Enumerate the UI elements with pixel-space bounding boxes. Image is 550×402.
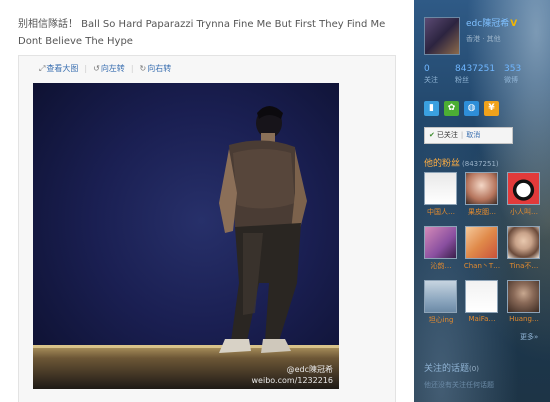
view-large-button[interactable]: ⤢查看大图	[39, 63, 78, 74]
fan-avatar[interactable]	[424, 280, 457, 313]
topics-empty-text: 他还没有关注任何话题	[424, 381, 494, 389]
profile-name-link[interactable]: edc陳冠希V	[466, 16, 517, 29]
fan-avatar[interactable]	[507, 226, 540, 259]
fan-item[interactable]: 中国人…	[424, 172, 457, 217]
fans-header[interactable]: 他的粉丝 (8437251)	[424, 156, 499, 169]
post-photo[interactable]: @edc陳冠希 weibo.com/1232216	[33, 83, 339, 389]
fan-avatar[interactable]	[465, 172, 498, 205]
fan-avatar[interactable]	[465, 280, 498, 313]
topics-title: 关注的话题	[424, 364, 470, 374]
stat-label: 微博	[504, 76, 518, 84]
main-column: 别相信隊話！ Ball So Hard Paparazzi Trynna Fin…	[0, 0, 414, 402]
profile-name: edc陳冠希	[466, 19, 510, 29]
fan-item[interactable]: 果皮胭…	[465, 172, 498, 217]
profile-location: 香港 · 其他	[466, 35, 501, 43]
fan-item[interactable]: Chan丶T…	[464, 226, 500, 271]
fan-name[interactable]: Chan丶T…	[462, 261, 502, 271]
follow-divider: |	[460, 131, 464, 139]
rotate-left-icon: ↺	[93, 64, 100, 73]
fan-avatar[interactable]	[507, 280, 540, 313]
watermark-url: weibo.com/1232216	[251, 376, 333, 385]
app-icons: ▮ ✿ ◍ ¥	[424, 95, 504, 116]
fan-avatar[interactable]	[424, 226, 457, 259]
qq-icon[interactable]: ◍	[464, 101, 479, 116]
fan-item[interactable]: 小人叫…	[507, 172, 540, 217]
rotate-left-label: 向左转	[100, 64, 125, 73]
post-text: 别相信隊話！ Ball So Hard Paparazzi Trynna Fin…	[18, 19, 386, 47]
profile-stats: 0 关注 8437251 粉丝 353 微博	[424, 64, 548, 86]
topics-header[interactable]: 关注的话题(0)	[424, 361, 479, 374]
fan-name[interactable]: Huang…	[504, 315, 544, 323]
toolbar-divider: |	[84, 64, 88, 73]
topics-count: (0)	[469, 365, 479, 373]
fan-name[interactable]: 沁韵…	[421, 261, 461, 271]
mobile-icon[interactable]: ▮	[424, 101, 439, 116]
fan-item[interactable]: 沁韵…	[424, 226, 457, 271]
photo-figure	[219, 106, 307, 353]
fan-avatar[interactable]	[507, 172, 540, 205]
fan-name[interactable]: 坦心ing	[421, 315, 461, 325]
view-large-label: 查看大图	[46, 64, 79, 73]
rotate-right-icon: ↻	[139, 64, 147, 73]
stat-followers[interactable]: 8437251 粉丝	[455, 64, 495, 85]
follow-status-button: ✔ 已关注 | 取消	[424, 127, 513, 144]
watermark-handle: @edc陳冠希	[286, 365, 333, 374]
fan-avatar[interactable]	[465, 226, 498, 259]
fan-name[interactable]: 中国人…	[421, 207, 461, 217]
zoom-icon: ⤢	[39, 64, 46, 73]
stat-value: 353	[504, 64, 522, 74]
stat-label: 关注	[424, 76, 438, 84]
verified-icon: V	[510, 19, 518, 29]
media-toolbar: ⤢查看大图 | ↺向左转 | ↻向右转	[39, 63, 177, 77]
more-fans-link[interactable]: 更多»	[520, 332, 538, 342]
stat-label: 粉丝	[455, 76, 469, 84]
photo-watermark: @edc陳冠希 weibo.com/1232216	[252, 364, 333, 386]
fans-count: (8437251)	[462, 160, 499, 168]
rotate-right-button[interactable]: ↻向右转	[140, 63, 172, 74]
fan-name[interactable]: 小人叫…	[504, 207, 544, 217]
fan-avatar[interactable]	[424, 172, 457, 205]
stat-following[interactable]: 0 关注	[424, 64, 438, 85]
fan-name[interactable]: MaiFa…	[462, 315, 502, 323]
stat-value: 0	[424, 64, 430, 74]
fan-item[interactable]: Huang…	[507, 280, 540, 323]
money-icon[interactable]: ¥	[484, 101, 499, 116]
game-icon[interactable]: ✿	[444, 101, 459, 116]
fan-item[interactable]: MaiFa…	[465, 280, 498, 323]
fans-title: 他的粉丝	[424, 159, 461, 169]
avatar[interactable]	[424, 17, 460, 55]
follow-status-label: 已关注	[436, 131, 458, 139]
toolbar-divider: |	[130, 64, 134, 73]
fan-item[interactable]: 坦心ing	[424, 280, 457, 325]
unfollow-link[interactable]: 取消	[466, 131, 480, 139]
rotate-left-button[interactable]: ↺向左转	[93, 63, 125, 74]
rotate-right-label: 向右转	[147, 64, 172, 73]
fan-name[interactable]: 果皮胭…	[462, 207, 502, 217]
media-card: ⤢查看大图 | ↺向左转 | ↻向右转 @edc陳冠希 weibo.com/12…	[18, 55, 396, 402]
stat-value: 8437251	[455, 64, 496, 74]
stat-posts[interactable]: 353 微博	[504, 64, 521, 85]
check-icon: ✔	[429, 131, 435, 139]
fan-name[interactable]: Tina不…	[504, 261, 544, 271]
fan-item[interactable]: Tina不…	[507, 226, 540, 271]
profile-sidebar: edc陳冠希V 香港 · 其他 0 关注 8437251 粉丝 353 微博 ▮…	[414, 0, 550, 402]
